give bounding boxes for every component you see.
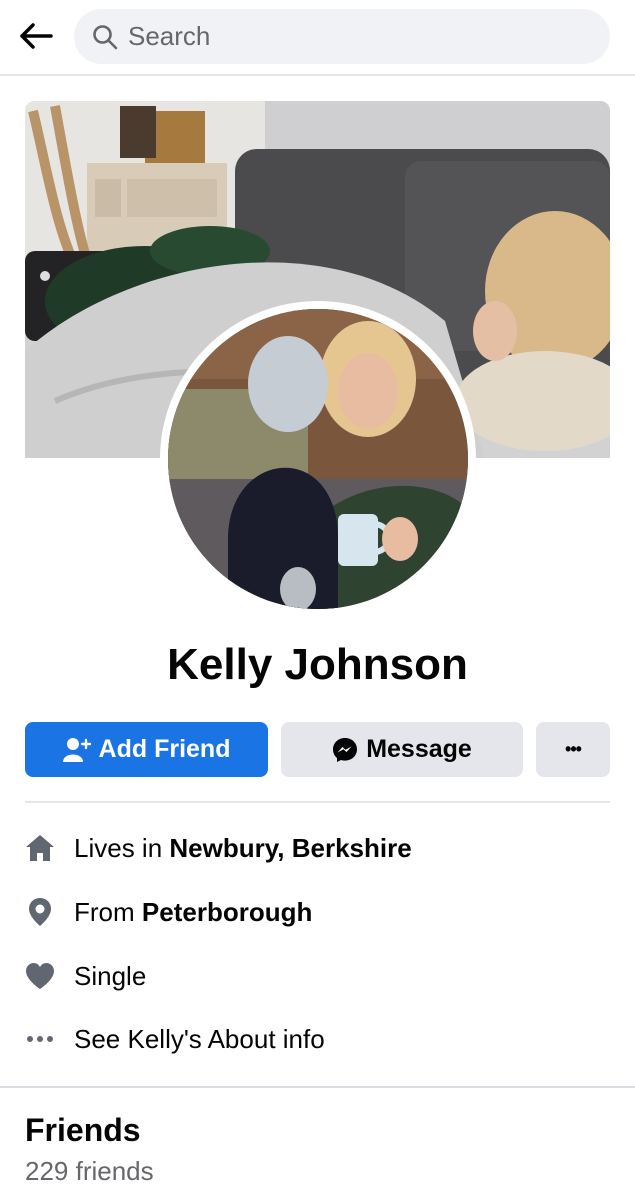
add-person-icon <box>62 737 91 763</box>
profile-name: Kelly Johnson <box>167 640 468 689</box>
intro-relationship: Single <box>25 954 610 998</box>
intro-from: From Peterborough <box>25 890 610 934</box>
message-label: Message <box>366 735 472 763</box>
more-dots-icon: ••• <box>565 739 582 759</box>
back-button[interactable] <box>14 16 58 60</box>
search-bar[interactable] <box>74 9 610 64</box>
from-value: Peterborough <box>141 896 313 927</box>
lives-value: Newbury, Berkshire <box>169 832 412 863</box>
location-pin-icon <box>25 897 55 927</box>
lives-prefix: Lives in <box>74 832 163 863</box>
add-friend-label: Add Friend <box>98 735 231 763</box>
message-button[interactable]: Message <box>281 722 523 777</box>
divider <box>25 801 610 803</box>
search-input[interactable] <box>128 21 568 52</box>
relationship-status: Single <box>74 960 147 991</box>
heart-icon <box>25 961 55 991</box>
ellipsis-icon <box>25 1024 55 1054</box>
back-arrow-icon <box>19 22 53 55</box>
add-friend-button[interactable]: Add Friend <box>25 722 268 777</box>
home-icon <box>25 833 55 863</box>
search-icon <box>92 24 118 50</box>
messenger-icon <box>332 737 358 763</box>
section-divider <box>0 1086 635 1088</box>
profile-avatar[interactable] <box>168 309 468 609</box>
friends-heading[interactable]: Friends <box>25 1112 141 1149</box>
see-about-info-link[interactable]: See Kelly's About info <box>25 1017 610 1061</box>
from-prefix: From <box>74 896 135 927</box>
friends-count: 229 friends <box>25 1156 154 1186</box>
top-bar <box>0 0 635 76</box>
about-link-label: See Kelly's About info <box>74 1023 325 1054</box>
intro-lives-in: Lives in Newbury, Berkshire <box>25 826 610 870</box>
more-options-button[interactable]: ••• <box>536 722 610 777</box>
